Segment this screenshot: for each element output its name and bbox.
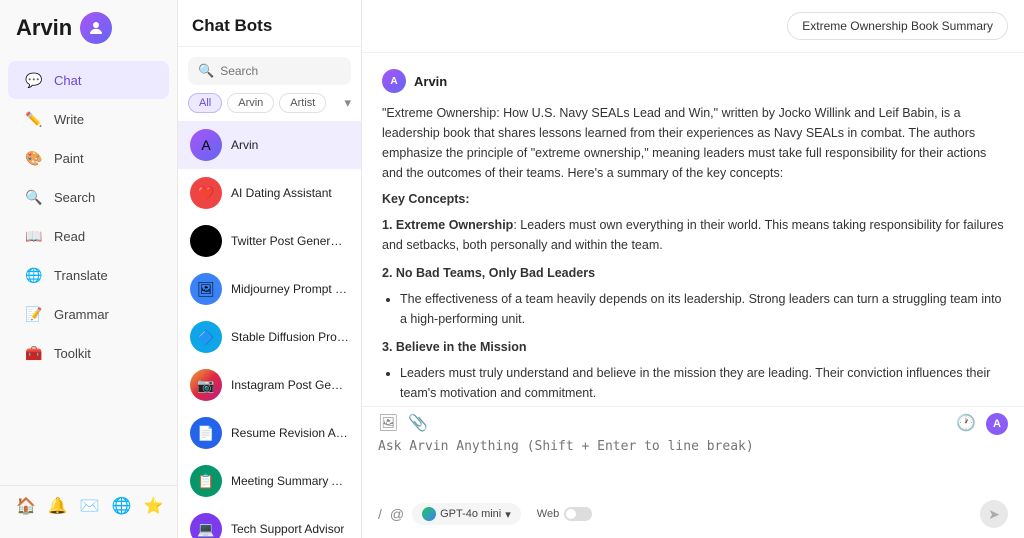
bot-name: Resume Revision Assis... [231, 426, 349, 440]
bot-avatar: A [190, 129, 222, 161]
nav-item-grammar[interactable]: 📝Grammar [8, 295, 169, 333]
nav-item-read[interactable]: 📖Read [8, 217, 169, 255]
write-icon: ✏️ [24, 109, 44, 129]
bot-avatar: ✕ [190, 225, 222, 257]
model-selector[interactable]: GPT-4o mini ▾ [412, 503, 521, 525]
message-intro: "Extreme Ownership: How U.S. Navy SEALs … [382, 103, 1004, 183]
bot-avatar: 📋 [190, 465, 222, 497]
bot-avatar: 🔷 [190, 321, 222, 353]
model-chevron: ▾ [505, 508, 511, 521]
model-icon [422, 507, 436, 521]
key-concepts-label: Key Concepts: [382, 189, 1004, 209]
app-name: Arvin [16, 15, 72, 41]
web-label: Web [537, 508, 559, 520]
filter-all[interactable]: All [188, 93, 222, 113]
filter-artist[interactable]: Artist [279, 93, 326, 113]
history-icon[interactable]: 🕐 [956, 413, 976, 435]
bot-name: Meeting Summary Ass... [231, 474, 349, 488]
nav-item-chat[interactable]: 💬Chat [8, 61, 169, 99]
bot-list-item[interactable]: 📷 Instagram Post Genera... [178, 361, 361, 409]
bot-avatar: 📄 [190, 417, 222, 449]
filter-row: AllArvinArtist ▾ [178, 93, 361, 121]
nav-item-translate[interactable]: 🌐Translate [8, 256, 169, 294]
bot-name: AI Dating Assistant [231, 186, 332, 200]
bot-list-item[interactable]: A Arvin [178, 121, 361, 169]
mail-icon[interactable]: ✉️ [80, 496, 100, 516]
bot-name: Stable Diffusion Prom... [231, 330, 349, 344]
star-icon[interactable]: ⭐ [144, 496, 164, 516]
sender-avatar: A [382, 69, 406, 93]
model-label: GPT-4o mini [440, 508, 501, 520]
nav-item-write[interactable]: ✏️Write [8, 100, 169, 138]
at-icon[interactable]: @ [390, 506, 404, 522]
nav-item-toolkit[interactable]: 🧰Toolkit [8, 334, 169, 372]
bot-list: A Arvin ❤️ AI Dating Assistant ✕ Twitter… [178, 121, 361, 538]
bot-name: Instagram Post Genera... [231, 378, 349, 392]
web-toggle-pill[interactable] [564, 507, 592, 521]
bell-icon[interactable]: 🔔 [48, 496, 68, 516]
paint-icon: 🎨 [24, 148, 44, 168]
message-content: "Extreme Ownership: How U.S. Navy SEALs … [382, 103, 1004, 406]
search-icon: 🔍 [24, 187, 44, 207]
left-navigation: Arvin 💬Chat✏️Write🎨Paint🔍Search📖Read🌐Tra… [0, 0, 178, 538]
nav-item-search[interactable]: 🔍Search [8, 178, 169, 216]
bot-avatar: 📷 [190, 369, 222, 401]
search-input[interactable] [220, 64, 341, 78]
bot-avatar: ❤️ [190, 177, 222, 209]
chat-body: A Arvin "Extreme Ownership: How U.S. Nav… [362, 53, 1024, 406]
read-icon: 📖 [24, 226, 44, 246]
bot-list-item[interactable]: 🖼 Midjourney Prompt Ge... [178, 265, 361, 313]
bot-name: Tech Support Advisor [231, 522, 344, 536]
toolkit-icon: 🧰 [24, 343, 44, 363]
logo-area: Arvin [0, 12, 177, 60]
bot-list-item[interactable]: 🔷 Stable Diffusion Prom... [178, 313, 361, 361]
home-icon[interactable]: 🏠 [16, 496, 36, 516]
bot-name: Midjourney Prompt Ge... [231, 282, 349, 296]
send-button[interactable]: ➤ [980, 500, 1008, 528]
concept-item: 2. No Bad Teams, Only Bad LeadersThe eff… [382, 263, 1004, 329]
sender-name: Arvin [414, 74, 447, 89]
chat-header: Extreme Ownership Book Summary [362, 0, 1024, 53]
chat-footer: / @ GPT-4o mini ▾ Web ➤ [362, 494, 1024, 538]
filter-more-icon[interactable]: ▾ [344, 95, 351, 111]
chatbots-panel: Chat Bots 🔍 AllArvinArtist ▾ A Arvin ❤️ … [178, 0, 362, 538]
toggle-knob [566, 509, 576, 519]
web-toggle[interactable]: Web [537, 507, 592, 521]
chat-icon: 💬 [24, 70, 44, 90]
image-icon[interactable]: 🖼 [378, 413, 398, 435]
message-sender-row: A Arvin [382, 69, 1004, 93]
nav-item-paint[interactable]: 🎨Paint [8, 139, 169, 177]
translate-icon: 🌐 [24, 265, 44, 285]
chrome-icon[interactable]: 🌐 [112, 496, 132, 516]
chat-input[interactable] [378, 439, 1008, 487]
bot-name: Twitter Post Generator [231, 234, 349, 248]
search-icon: 🔍 [198, 63, 214, 79]
nav-bottom-bar: 🏠 🔔 ✉️ 🌐 ⭐ [0, 485, 177, 526]
concept-item: 3. Believe in the MissionLeaders must tr… [382, 337, 1004, 403]
chat-toolbar: 🖼 📎 🕐 A [362, 406, 1024, 435]
user-icon: A [986, 413, 1008, 435]
slash-icon[interactable]: / [378, 506, 382, 522]
concept-item: 1. Extreme Ownership: Leaders must own e… [382, 215, 1004, 255]
bot-list-item[interactable]: ❤️ AI Dating Assistant [178, 169, 361, 217]
search-box[interactable]: 🔍 [188, 57, 351, 85]
bot-avatar: 🖼 [190, 273, 222, 305]
panel-title: Chat Bots [178, 0, 361, 47]
bot-avatar: 💻 [190, 513, 222, 538]
app-avatar [80, 12, 112, 44]
bot-list-item[interactable]: ✕ Twitter Post Generator [178, 217, 361, 265]
chat-input-area[interactable] [362, 435, 1024, 494]
bot-list-item[interactable]: 📋 Meeting Summary Ass... [178, 457, 361, 505]
chat-context-badge: Extreme Ownership Book Summary [787, 12, 1008, 40]
attachment-icon[interactable]: 📎 [408, 413, 428, 435]
bot-list-item[interactable]: 📄 Resume Revision Assis... [178, 409, 361, 457]
bot-name: Arvin [231, 138, 258, 152]
main-chat-area: Extreme Ownership Book Summary A Arvin "… [362, 0, 1024, 538]
grammar-icon: 📝 [24, 304, 44, 324]
bot-list-item[interactable]: 💻 Tech Support Advisor [178, 505, 361, 538]
filter-arvin[interactable]: Arvin [227, 93, 274, 113]
